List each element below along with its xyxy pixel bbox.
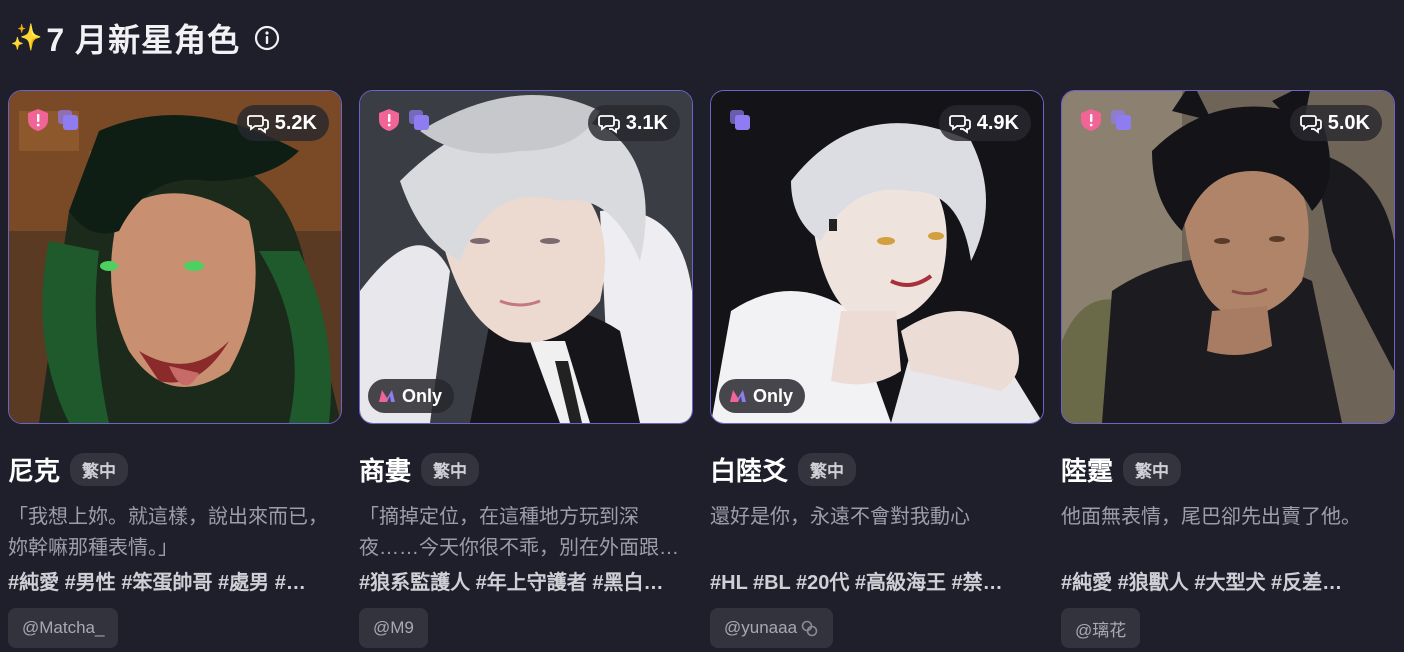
chat-count: 3.1K bbox=[625, 111, 668, 134]
copy-icon bbox=[55, 107, 81, 133]
chat-bubbles-icon bbox=[597, 112, 620, 134]
chat-count-badge: 5.0K bbox=[1289, 105, 1382, 141]
character-description: 「我想上妳。就這樣，說出來而已，妳幹嘛那種表情。」 bbox=[8, 506, 328, 559]
copy-icon bbox=[406, 107, 432, 133]
character-name: 陸霆 bbox=[1061, 455, 1114, 486]
copy-icon bbox=[1108, 107, 1134, 133]
section-title: 7 月新星角色 bbox=[46, 22, 241, 58]
character-name: 尼克 bbox=[8, 455, 61, 486]
creator-chip[interactable]: @Matcha_ bbox=[8, 608, 119, 648]
character-name: 白陸爻 bbox=[710, 455, 789, 486]
creator-handle: @璃花 bbox=[1075, 620, 1127, 640]
membership-only-badge: Only bbox=[368, 379, 455, 413]
section-header: ✨ 7 月新星角色 bbox=[10, 16, 280, 60]
copy-icon bbox=[727, 107, 753, 133]
link-icon bbox=[799, 618, 819, 638]
language-badge: 繁中 bbox=[421, 452, 480, 486]
language-badge: 繁中 bbox=[1123, 452, 1182, 486]
character-thumbnail[interactable]: 5.0K bbox=[1061, 90, 1395, 424]
character-card[interactable]: 5.0K 陸霆 繁中 他面無表情，尾巴卻先出賣了他。 #純愛 #狼獸人 #大型犬… bbox=[1061, 90, 1395, 648]
character-tags[interactable]: #純愛 #狼獸人 #大型犬 #反差… bbox=[1061, 568, 1395, 598]
sparkles-icon: ✨ bbox=[10, 23, 43, 53]
badge-row bbox=[25, 107, 81, 133]
character-tags[interactable]: #狼系監護人 #年上守護者 #黑白… bbox=[359, 568, 693, 598]
m-logo-icon bbox=[729, 389, 747, 403]
badge-row bbox=[1078, 107, 1134, 133]
only-label: Only bbox=[753, 385, 794, 406]
character-thumbnail[interactable]: 3.1K Only bbox=[359, 90, 693, 424]
chat-count: 5.0K bbox=[1327, 111, 1370, 134]
chat-count-badge: 4.9K bbox=[938, 105, 1031, 141]
creator-chip[interactable]: @yunaaa bbox=[710, 608, 834, 648]
chat-bubbles-icon bbox=[1299, 112, 1322, 134]
shield-alert-icon bbox=[376, 107, 402, 133]
creator-chip[interactable]: @璃花 bbox=[1061, 608, 1141, 648]
creator-handle: @M9 bbox=[373, 618, 414, 637]
character-description: 還好是你，永遠不會對我動心 bbox=[710, 506, 970, 528]
chat-bubbles-icon bbox=[246, 112, 269, 134]
character-name: 商婁 bbox=[359, 455, 412, 486]
character-description: 「摘掉定位，在這種地方玩到深夜……今天你很不乖，別在外面跟… bbox=[359, 506, 679, 559]
character-tags[interactable]: #HL #BL #20代 #高級海王 #禁… bbox=[710, 568, 1044, 598]
chat-count-badge: 5.2K bbox=[236, 105, 329, 141]
shield-alert-icon bbox=[25, 107, 51, 133]
only-label: Only bbox=[402, 385, 443, 406]
character-card[interactable]: 4.9K Only 白陸爻 繁中 還好是你，永遠不會對我動心 #HL #BL #… bbox=[710, 90, 1044, 648]
creator-chip[interactable]: @M9 bbox=[359, 608, 428, 648]
character-card[interactable]: 3.1K Only 商婁 繁中 「摘掉定位，在這種地方玩到深夜……今天你很不乖，… bbox=[359, 90, 693, 648]
badge-row bbox=[727, 107, 753, 133]
m-logo-icon bbox=[378, 389, 396, 403]
character-thumbnail[interactable]: 4.9K Only bbox=[710, 90, 1044, 424]
language-badge: 繁中 bbox=[798, 452, 857, 486]
shield-alert-icon bbox=[1078, 107, 1104, 133]
badge-row bbox=[376, 107, 432, 133]
language-badge: 繁中 bbox=[70, 452, 129, 486]
character-thumbnail[interactable]: 5.2K bbox=[8, 90, 342, 424]
chat-count-badge: 3.1K bbox=[587, 105, 680, 141]
creator-handle: @Matcha_ bbox=[22, 618, 105, 637]
chat-count: 5.2K bbox=[274, 111, 317, 134]
chat-count: 4.9K bbox=[976, 111, 1019, 134]
character-tags[interactable]: #純愛 #男性 #笨蛋帥哥 #處男 #… bbox=[8, 568, 342, 598]
character-card[interactable]: 5.2K 尼克 繁中 「我想上妳。就這樣，說出來而已，妳幹嘛那種表情。」 #純愛… bbox=[8, 90, 342, 648]
info-circle-icon[interactable] bbox=[254, 25, 280, 51]
chat-bubbles-icon bbox=[948, 112, 971, 134]
creator-handle: @yunaaa bbox=[724, 618, 798, 637]
character-description: 他面無表情，尾巴卻先出賣了他。 bbox=[1061, 506, 1361, 528]
membership-only-badge: Only bbox=[719, 379, 806, 413]
